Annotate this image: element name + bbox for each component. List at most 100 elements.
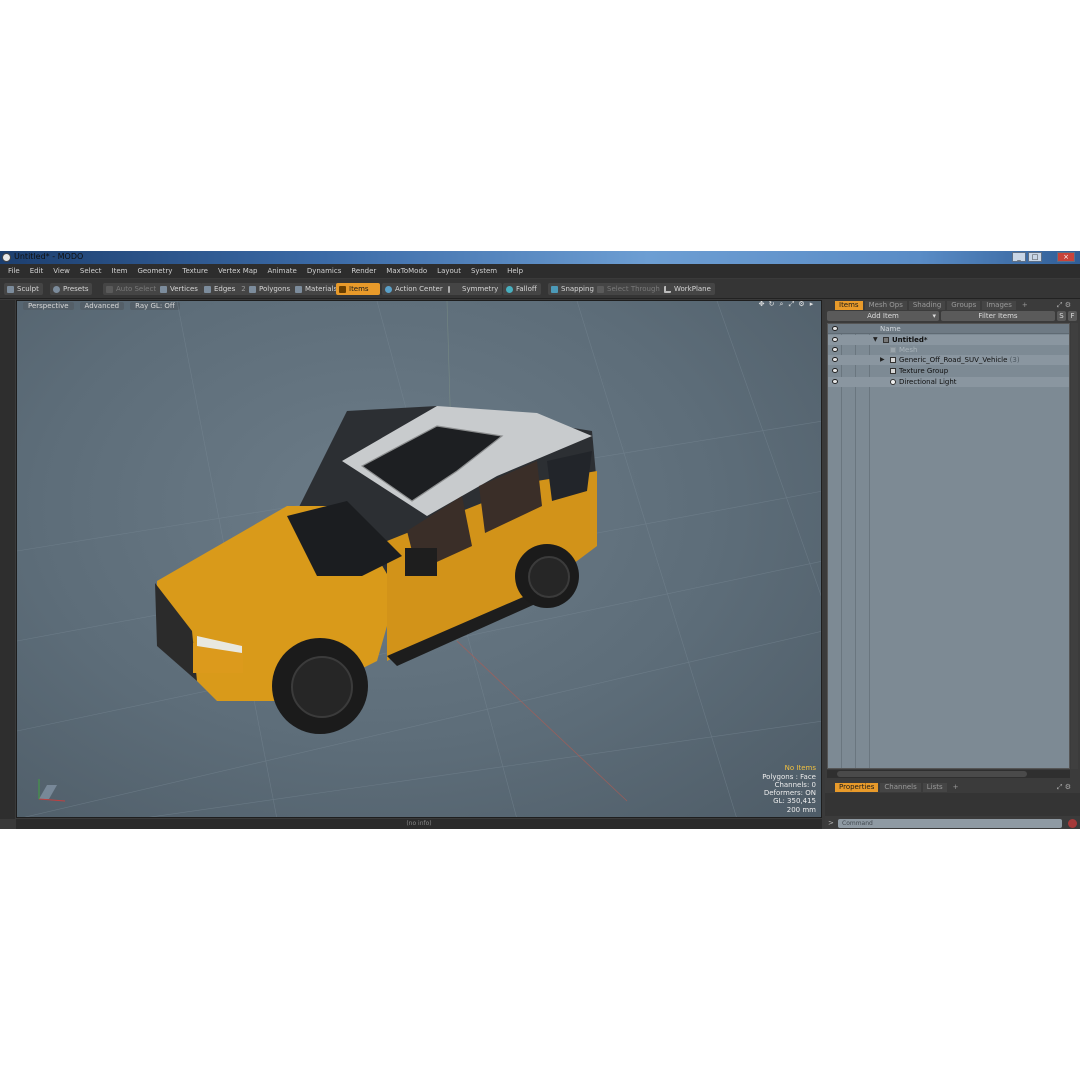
- snapping-icon: [551, 285, 558, 293]
- name-column-header[interactable]: Name: [880, 325, 901, 333]
- tab-images[interactable]: Images: [982, 300, 1016, 310]
- window-title: Untitled* - MODO: [14, 252, 84, 261]
- menu-animate[interactable]: Animate: [262, 267, 301, 275]
- modo-window: Untitled* - MODO _ □ × File Edit View Se…: [0, 251, 1080, 829]
- viewport-info-bar: (no info): [16, 819, 822, 829]
- maximize-button[interactable]: □: [1028, 252, 1042, 262]
- locator-icon: [890, 357, 896, 363]
- presets-icon: [53, 285, 60, 293]
- stat-scale: 200 mm: [786, 805, 816, 814]
- menu-system[interactable]: System: [466, 267, 502, 275]
- symmetry-button[interactable]: Symmetry: [445, 283, 503, 295]
- visibility-eye-icon[interactable]: [832, 379, 838, 384]
- stat-channels: Channels: 0: [774, 780, 816, 789]
- select-through-icon: [597, 285, 604, 293]
- menu-help[interactable]: Help: [502, 267, 528, 275]
- polygons-button[interactable]: Polygons: [246, 283, 295, 295]
- tab-properties[interactable]: Properties: [835, 782, 879, 792]
- menu-maxtomodo[interactable]: MaxToModo: [381, 267, 432, 275]
- tab-groups[interactable]: Groups: [947, 300, 981, 310]
- command-input[interactable]: Command: [838, 819, 1062, 828]
- sculpt-button[interactable]: Sculpt: [4, 283, 43, 295]
- title-bar: Untitled* - MODO _ □ ×: [0, 251, 1080, 264]
- menu-vertex-map[interactable]: Vertex Map: [213, 267, 263, 275]
- tree-row-vehicle[interactable]: ▶ Generic_Off_Road_SUV_Vehicle (3): [828, 355, 1069, 365]
- vehicle-label: Generic_Off_Road_SUV_Vehicle (3): [899, 356, 1020, 364]
- scene-icon: [883, 337, 889, 343]
- snapping-button[interactable]: Snapping: [548, 283, 598, 295]
- menu-bar: File Edit View Select Item Geometry Text…: [0, 264, 1080, 278]
- visibility-eye-icon[interactable]: [832, 337, 838, 342]
- menu-item[interactable]: Item: [107, 267, 133, 275]
- workplane-icon: [664, 285, 671, 293]
- left-toolbar-strip: [0, 300, 15, 819]
- menu-texture[interactable]: Texture: [177, 267, 213, 275]
- tab-lists[interactable]: Lists: [922, 782, 947, 792]
- command-line: > Command: [825, 818, 1080, 829]
- properties-options-icon[interactable]: ⤢ ⚙: [1053, 783, 1075, 792]
- filter-f-button[interactable]: F: [1068, 311, 1077, 321]
- visibility-eye-icon[interactable]: [832, 347, 838, 352]
- tree-horizontal-scrollbar[interactable]: [827, 770, 1070, 778]
- select-through-button[interactable]: Select Through: [594, 283, 664, 295]
- stat-deformers: Deformers: ON: [763, 789, 816, 798]
- action-center-button[interactable]: Action Center: [382, 283, 447, 295]
- minimize-button[interactable]: _: [1012, 252, 1026, 262]
- tab-mesh-ops[interactable]: Mesh Ops: [864, 300, 907, 310]
- items-button[interactable]: Items: [336, 283, 380, 295]
- add-item-dropdown[interactable]: Add Item ▾: [827, 311, 939, 321]
- menu-file[interactable]: File: [3, 267, 25, 275]
- tree-row-mesh[interactable]: Mesh: [828, 345, 1069, 355]
- scrollbar-thumb[interactable]: [837, 771, 1027, 777]
- menu-dynamics[interactable]: Dynamics: [302, 267, 347, 275]
- panel-tabs: Items Mesh Ops Shading Groups Images + ⤢…: [825, 300, 1080, 310]
- menu-select[interactable]: Select: [75, 267, 107, 275]
- command-stop-icon[interactable]: [1068, 819, 1077, 828]
- tab-channels[interactable]: Channels: [880, 782, 921, 792]
- visibility-eye-icon[interactable]: [832, 357, 838, 362]
- expand-triangle-icon[interactable]: ▶: [880, 355, 885, 365]
- tab-shading[interactable]: Shading: [908, 300, 946, 310]
- tree-row-scene[interactable]: ▼ Untitled*: [828, 335, 1069, 345]
- polygons-icon: [249, 285, 256, 293]
- tab-add[interactable]: +: [1018, 301, 1032, 310]
- materials-icon: [295, 285, 302, 293]
- x-axis-line: [456, 640, 628, 802]
- light-icon: [890, 379, 896, 385]
- tree-row-light[interactable]: Directional Light: [828, 377, 1069, 387]
- tree-vertical-scrollbar[interactable]: [1071, 323, 1078, 769]
- menu-render[interactable]: Render: [346, 267, 381, 275]
- close-button[interactable]: ×: [1057, 252, 1075, 262]
- auto-select-button[interactable]: Auto Select: [103, 283, 161, 295]
- panel-options-icon[interactable]: ⤢ ⚙: [1053, 301, 1075, 310]
- edges-button[interactable]: Edges 2: [201, 283, 250, 295]
- menu-geometry[interactable]: Geometry: [132, 267, 177, 275]
- filter-items-field[interactable]: Filter Items: [941, 311, 1055, 321]
- mesh-label: Mesh: [899, 346, 918, 354]
- light-label: Directional Light: [899, 378, 957, 386]
- tab-add-properties[interactable]: +: [949, 783, 963, 792]
- sculpt-icon: [7, 285, 14, 293]
- expand-triangle-icon[interactable]: ▼: [873, 335, 878, 345]
- viewport-stats: No Items Polygons : Face Channels: 0 Def…: [762, 764, 816, 814]
- materials-button[interactable]: Materials: [292, 283, 342, 295]
- stat-polygons: Polygons : Face: [762, 772, 816, 781]
- modo-logo-icon: [2, 253, 11, 262]
- workplane-button[interactable]: WorkPlane: [661, 283, 715, 295]
- visibility-eye-icon[interactable]: [832, 368, 838, 373]
- tree-row-texture-group[interactable]: Texture Group: [828, 366, 1069, 376]
- tab-items[interactable]: Items: [835, 300, 863, 310]
- falloff-button[interactable]: Falloff: [503, 283, 541, 295]
- filter-s-button[interactable]: S: [1057, 311, 1066, 321]
- tree-header: Name: [828, 324, 1069, 334]
- menu-edit[interactable]: Edit: [25, 267, 49, 275]
- 3d-viewport[interactable]: Perspective Advanced Ray GL: Off ✥ ↻ ⌕ ⤢…: [16, 300, 822, 818]
- vehicle-child-count: (3): [1009, 356, 1020, 364]
- suv-vehicle-model[interactable]: [155, 406, 597, 734]
- menu-layout[interactable]: Layout: [432, 267, 466, 275]
- presets-button[interactable]: Presets: [50, 283, 93, 295]
- action-center-icon: [385, 285, 392, 293]
- menu-view[interactable]: View: [48, 267, 75, 275]
- item-tree[interactable]: Name ▼ Untitled* Mesh ▶ Generic_Off_Road…: [827, 323, 1070, 769]
- vertices-button[interactable]: Vertices: [157, 283, 202, 295]
